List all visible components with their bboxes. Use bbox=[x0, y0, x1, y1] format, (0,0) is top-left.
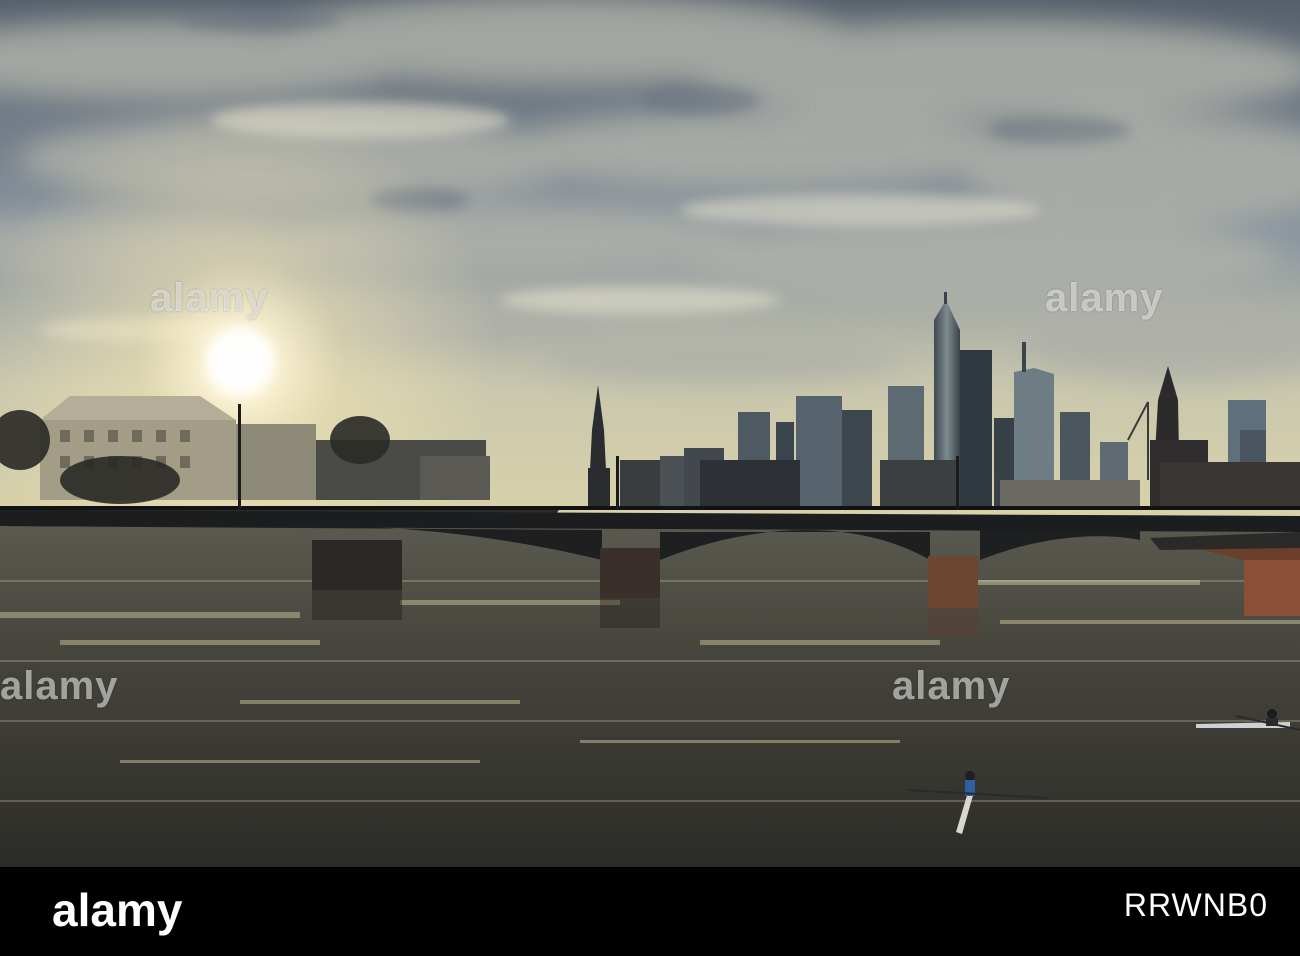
photo-river-bridge-skyline: alamy alamy alamy alamy bbox=[0, 0, 1300, 867]
image-id: RRWNB0 bbox=[1123, 887, 1268, 923]
watermark: alamy bbox=[150, 276, 269, 320]
watermark: alamy bbox=[892, 664, 1011, 708]
watermark: alamy bbox=[0, 664, 119, 708]
brand-logo[interactable]: alamy bbox=[52, 883, 182, 937]
footer-bar: alamy RRWNB0 bbox=[0, 867, 1300, 956]
stock-photo-frame: alamy alamy alamy alamy alamy RRWNB0 bbox=[0, 0, 1300, 956]
watermark: alamy bbox=[1045, 276, 1164, 320]
